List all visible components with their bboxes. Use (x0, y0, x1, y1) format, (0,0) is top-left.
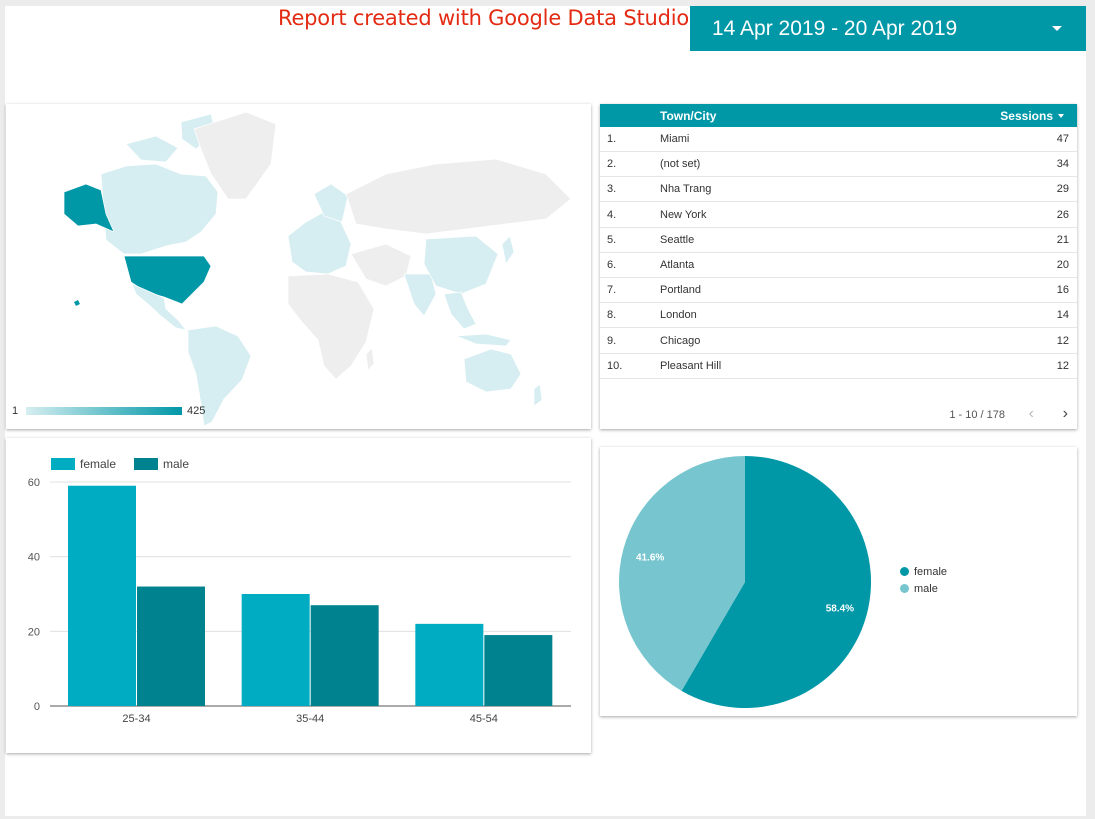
row-number: 10. (607, 359, 623, 372)
table-row[interactable]: 3. Nha Trang 29 (600, 177, 1077, 203)
sort-desc-icon[interactable] (1058, 114, 1064, 118)
pie-legend-male: male (900, 583, 938, 595)
city-cell: London (660, 309, 697, 322)
pie-slice-label: 58.4% (826, 604, 854, 615)
row-number: 5. (607, 233, 617, 246)
bar-male-45-54[interactable] (484, 635, 553, 706)
city-cell: Pleasant Hill (660, 359, 722, 372)
table-row[interactable]: 8. London 14 (600, 303, 1077, 329)
world-map[interactable] (6, 104, 591, 429)
gender-pie-chart: 58.4% 41.6% female male (600, 447, 1077, 716)
russia-region (345, 158, 572, 235)
australia-region (463, 348, 522, 393)
sessions-cell: 12 (1056, 334, 1069, 347)
dropdown-caret-icon (1052, 26, 1062, 31)
row-number: 7. (607, 284, 617, 297)
prev-page-icon[interactable]: ‹ (1029, 406, 1034, 422)
bar-female-25-34[interactable] (68, 485, 136, 706)
india-region (403, 273, 437, 317)
y-tick-label: 40 (28, 552, 40, 564)
bar-female-45-54[interactable] (415, 623, 484, 706)
table-row[interactable]: 6. Atlanta 20 (600, 253, 1077, 278)
report-note: Report created with Google Data Studio (278, 6, 690, 30)
hawaii (74, 300, 80, 306)
row-number: 4. (607, 208, 617, 221)
southeast-asia-region (443, 291, 477, 330)
y-tick-label: 20 (28, 626, 40, 638)
pie-chart-svg: 58.4% 41.6% (619, 456, 871, 708)
column-header-sessions[interactable]: Sessions (1000, 109, 1053, 123)
city-cell: (not set) (660, 158, 701, 171)
city-cell: Seattle (660, 233, 695, 246)
table-row[interactable]: 5. Seattle 21 (600, 228, 1077, 253)
row-number: 2. (607, 158, 617, 171)
sessions-cell: 21 (1056, 233, 1069, 246)
city-sessions-table: Town/City Sessions 1. Miami 47 2. (not set) 3… (600, 104, 1077, 429)
table-row[interactable]: 2. (not set) 34 (600, 152, 1077, 178)
usa-region (123, 255, 212, 305)
y-tick-label: 60 (28, 477, 40, 489)
middle-east-region (350, 243, 412, 287)
city-cell: Atlanta (660, 259, 695, 271)
table-row[interactable]: 7. Portland 16 (600, 278, 1077, 304)
table-header: Town/City Sessions (600, 104, 1077, 127)
legend-swatch-male (134, 458, 158, 470)
sessions-cell: 20 (1056, 259, 1069, 271)
bar-male-25-34[interactable] (137, 586, 205, 706)
row-number: 9. (607, 334, 617, 347)
japan-region (501, 235, 515, 265)
pie-slice-label: 41.6% (636, 552, 664, 563)
map-legend-gradient (26, 407, 182, 415)
legend-label-male: male (163, 457, 189, 471)
indonesia-region (455, 333, 512, 347)
legend-dot-male (900, 584, 909, 593)
row-number: 3. (607, 183, 617, 196)
column-header-city[interactable]: Town/City (660, 109, 716, 123)
canada-region (100, 163, 219, 255)
city-cell: New York (660, 208, 707, 221)
table-row[interactable]: 4. New York 26 (600, 203, 1077, 228)
x-tick-label: 25-34 (122, 713, 150, 725)
sessions-cell: 12 (1056, 359, 1069, 372)
geo-map-card[interactable]: 1 425 (6, 104, 591, 429)
bar-male-35-44[interactable] (310, 605, 379, 706)
table-row[interactable]: 1. Miami 47 (600, 127, 1077, 152)
y-tick-label: 0 (34, 701, 40, 713)
sessions-cell: 47 (1056, 133, 1069, 145)
age-gender-bar-chart: 0 20 40 60 25-34 35-44 45-54 female male (6, 438, 591, 753)
city-cell: Nha Trang (660, 183, 712, 196)
table-row[interactable]: 9. Chicago 12 (600, 329, 1077, 354)
city-cell: Miami (660, 133, 690, 145)
x-tick-label: 45-54 (470, 713, 498, 725)
x-tick-label: 35-44 (296, 713, 324, 725)
sessions-cell: 29 (1056, 183, 1069, 196)
sessions-cell: 14 (1056, 309, 1069, 322)
sessions-cell: 34 (1056, 158, 1069, 171)
row-number: 1. (607, 133, 617, 145)
africa-region (287, 273, 375, 380)
legend-swatch-female (51, 458, 75, 470)
bar-female-35-44[interactable] (241, 594, 310, 706)
date-range-picker[interactable]: 14 Apr 2019 - 20 Apr 2019 (690, 6, 1086, 51)
legend-dot-female (900, 567, 909, 576)
madagascar (365, 347, 375, 371)
new-zealand (533, 383, 543, 407)
pagination-label: 1 - 10 / 178 (949, 409, 1005, 421)
china-region (423, 235, 499, 295)
city-cell: Chicago (660, 334, 701, 347)
table-row[interactable]: 10. Pleasant Hill 12 (600, 354, 1077, 379)
sessions-cell: 16 (1056, 284, 1069, 297)
city-cell: Portland (660, 284, 701, 297)
map-legend-max: 425 (187, 405, 206, 417)
pie-legend-female: female (900, 566, 947, 578)
row-number: 8. (607, 309, 617, 322)
next-page-icon[interactable]: › (1063, 406, 1068, 422)
map-legend-min: 1 (12, 405, 19, 417)
sessions-cell: 26 (1056, 208, 1069, 221)
row-number: 6. (607, 259, 617, 271)
date-range-label: 14 Apr 2019 - 20 Apr 2019 (712, 17, 958, 40)
legend-label-female: female (80, 457, 116, 471)
bar-chart-svg: 0 20 40 60 25-34 35-44 45-54 female male (28, 457, 571, 725)
